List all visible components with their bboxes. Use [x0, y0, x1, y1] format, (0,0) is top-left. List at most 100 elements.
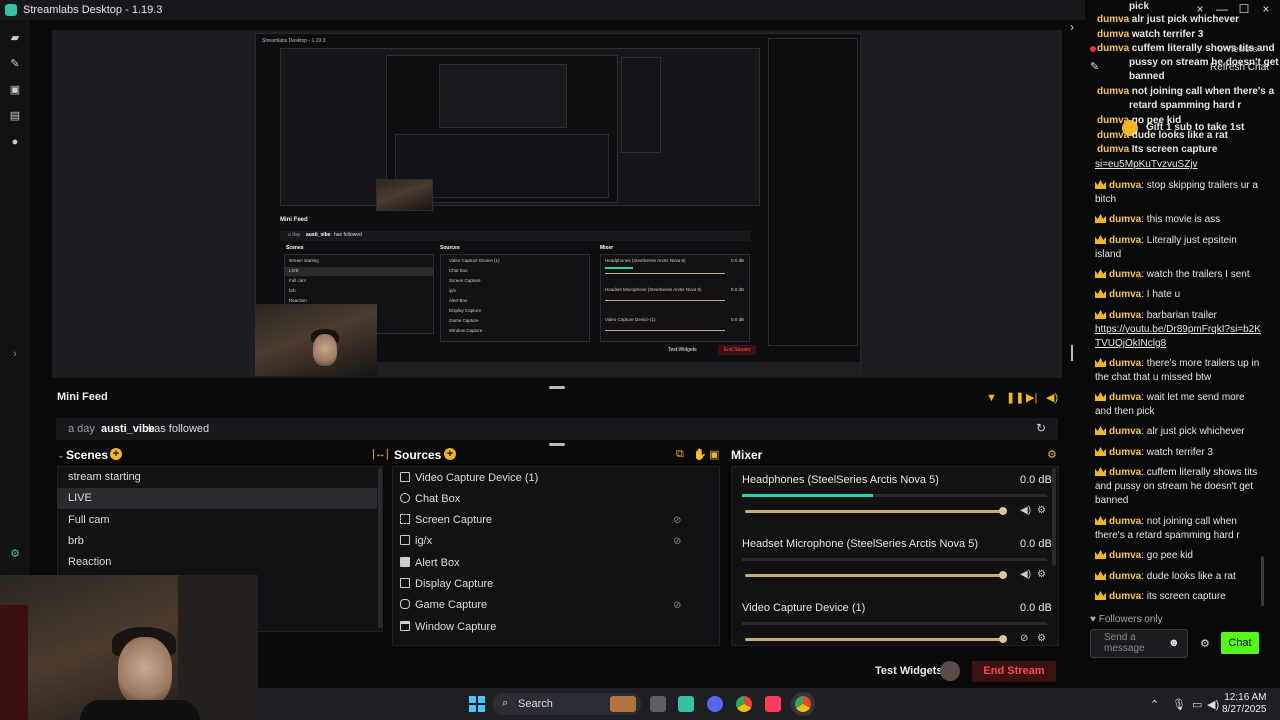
scene-item[interactable]: brb [57, 531, 377, 552]
volume-slider-handle[interactable] [999, 635, 1007, 643]
source-item[interactable]: Display Capture [400, 574, 493, 594]
hidden-eye-icon[interactable]: ⊘ [673, 600, 681, 611]
source-item[interactable]: Video Capture Device (1) [400, 468, 538, 488]
close-window-icon[interactable]: × [1255, 0, 1277, 18]
studio-mode-icon[interactable]: ⚙ [9, 548, 21, 560]
add-scene-icon[interactable]: + [110, 448, 122, 460]
source-folder-icon[interactable]: ▣ [709, 448, 719, 461]
volume-icon[interactable]: ◀) [1046, 391, 1058, 404]
scene-item[interactable]: Full cam [57, 510, 377, 531]
speaker-icon[interactable]: ◀) [1020, 569, 1031, 580]
emoji-icon[interactable]: ☻ [1168, 637, 1180, 649]
nested-sources-title: Sources [440, 245, 460, 251]
chat-send-button[interactable]: Chat [1221, 632, 1259, 654]
chat-scrollbar[interactable] [1261, 556, 1264, 606]
image-icon [400, 535, 410, 545]
taskbar-clock[interactable]: 12:16 AM 8/27/2025 [1222, 692, 1267, 716]
discord-icon[interactable] [707, 696, 723, 712]
nested-webcam-small [376, 179, 433, 211]
mixer-scrollbar[interactable] [1052, 468, 1056, 566]
skip-icon[interactable]: ▶| [1026, 391, 1037, 404]
tools-icon[interactable]: ✎ [9, 58, 21, 70]
streamlabs-taskbar-icon[interactable] [678, 696, 694, 712]
speaker-muted-icon[interactable]: ⊘ [1020, 633, 1028, 644]
edit-icon[interactable]: ✎ [1090, 60, 1099, 73]
network-icon[interactable]: ▭ [1192, 698, 1202, 711]
panels-resize-handle[interactable] [549, 443, 565, 446]
channel-settings-icon[interactable]: ⚙ [1037, 569, 1046, 580]
hidden-eye-icon[interactable]: ⊘ [673, 515, 681, 526]
chat-settings-icon[interactable]: ⚙ [1200, 637, 1210, 650]
source-settings-icon[interactable]: ✋ [693, 448, 707, 461]
nested-minifeed-title: Mini Feed [280, 217, 308, 223]
chrome-active-icon[interactable] [795, 696, 811, 712]
collapse-scenes-icon[interactable]: ⌄ [57, 450, 65, 461]
crown-badge-icon [1095, 571, 1106, 580]
scene-item[interactable]: Reaction [57, 552, 377, 573]
volume-slider[interactable] [745, 510, 1003, 513]
editor-icon[interactable]: ▰ [9, 32, 21, 44]
scene-item[interactable]: stream starting [57, 467, 377, 488]
music-icon[interactable] [765, 696, 781, 712]
nested-mixer-title: Mixer [600, 245, 614, 251]
windows-start-icon[interactable] [469, 696, 485, 712]
group-sources-icon[interactable]: ⧉ [676, 448, 684, 461]
source-item[interactable]: Window Capture [400, 617, 496, 637]
source-item[interactable]: Screen Capture [400, 510, 492, 530]
collapse-chat-icon[interactable]: › [1070, 20, 1074, 34]
chat-message: dumva: watch terrifer 3 [1095, 446, 1263, 460]
end-stream-button[interactable]: End Stream [972, 661, 1056, 682]
volume-slider[interactable] [745, 574, 1003, 577]
mixer-channel-db: 0.0 dB [1020, 602, 1052, 614]
speaker-icon[interactable]: ◀) [1020, 505, 1031, 516]
volume-slider-handle[interactable] [999, 507, 1007, 515]
chat-message: dumva: I hate u [1095, 288, 1263, 302]
hidden-eye-icon[interactable]: ⊘ [673, 536, 681, 547]
gamepad-icon [400, 599, 410, 609]
nested-chat [768, 38, 858, 346]
scene-item-active[interactable]: LIVE [57, 488, 377, 509]
channel-settings-icon[interactable]: ⚙ [1037, 505, 1046, 516]
pause-icon[interactable]: ❚❚ [1006, 391, 1024, 404]
chat-link[interactable]: https://youtu.be/Dr89pmFrqkI?si=b2KTVUQj… [1095, 324, 1261, 349]
chat-message: dumva: there's more trailers up in the c… [1095, 358, 1260, 383]
source-item[interactable]: Chat Box [400, 489, 460, 509]
volume-meter-level [742, 494, 874, 497]
volume-slider-handle[interactable] [999, 571, 1007, 579]
filter-icon[interactable]: ▼ [986, 392, 997, 404]
add-source-icon[interactable]: + [444, 448, 456, 460]
clock-time: 12:16 AM [1224, 692, 1267, 703]
record-button[interactable] [940, 661, 960, 681]
scenes-scrollbar[interactable] [378, 468, 382, 628]
repeat-alert-icon[interactable]: ↻ [1036, 421, 1046, 435]
display-resize-handle[interactable] [1071, 345, 1073, 361]
tray-overflow-icon[interactable]: ⌃ [1150, 698, 1159, 711]
source-label: Game Capture [415, 599, 488, 611]
viewer-count: 0 Viewers [1218, 44, 1258, 54]
refresh-chat-button[interactable]: Refresh Chat [1210, 62, 1269, 73]
chat-link[interactable]: si=eu5MpKuTvzvuSZjv [1095, 159, 1198, 170]
crown-badge-icon [1095, 426, 1106, 435]
layouts-icon[interactable]: ▤ [9, 110, 21, 122]
feed-user[interactable]: austi_vibe [101, 423, 155, 435]
channel-settings-icon[interactable]: ⚙ [1037, 633, 1046, 644]
microphone-icon[interactable]: 🎙 [1172, 698, 1186, 711]
mixer-settings-icon[interactable]: ⚙ [1047, 448, 1057, 461]
chat-message: dumva: alr just pick whichever [1095, 425, 1263, 439]
speaker-tray-icon[interactable]: ◀) [1207, 698, 1219, 711]
source-item[interactable]: ig/x [400, 531, 432, 551]
chrome-icon[interactable] [736, 696, 752, 712]
test-widgets-button[interactable]: Test Widgets [875, 665, 943, 677]
chat-message: dumva: go pee kid [1095, 549, 1263, 563]
expand-nav-icon[interactable]: › [9, 348, 21, 360]
task-view-icon[interactable] [650, 696, 666, 712]
camera-icon [400, 472, 410, 482]
nested-scene-active-bg [285, 267, 433, 276]
source-item[interactable]: Alert Box [400, 553, 460, 573]
scene-transitions-icon[interactable]: |↔| [372, 448, 389, 460]
minifeed-resize-handle[interactable] [549, 386, 565, 389]
volume-slider[interactable] [745, 638, 1003, 641]
store-icon[interactable]: ▣ [9, 84, 21, 96]
source-item[interactable]: Game Capture [400, 595, 487, 615]
record-icon[interactable]: ● [9, 136, 21, 148]
